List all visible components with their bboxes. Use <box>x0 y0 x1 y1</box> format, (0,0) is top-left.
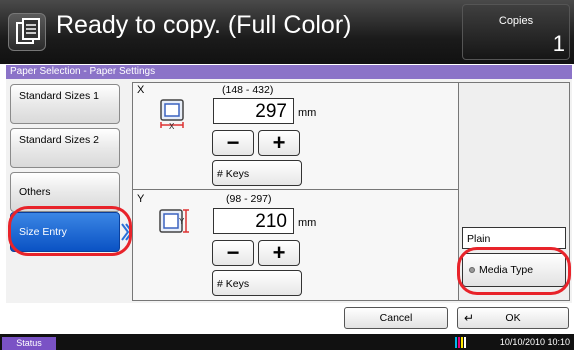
highlight-size-entry <box>8 206 132 256</box>
status-button[interactable]: Status <box>2 337 56 350</box>
highlight-media-type <box>457 247 571 295</box>
x-unit: mm <box>298 107 317 119</box>
y-minus-button[interactable]: − <box>212 240 254 266</box>
cancel-button[interactable]: Cancel <box>344 307 448 329</box>
ok-label: OK <box>505 312 521 324</box>
page-title: Ready to copy. (Full Color) <box>56 11 352 39</box>
y-range: (98 - 297) <box>226 193 272 205</box>
sidebar-item-standard-sizes-2[interactable]: Standard Sizes 2 <box>10 128 120 168</box>
status-bar <box>0 334 574 350</box>
y-value-field[interactable]: 210 <box>213 208 294 234</box>
paper-height-icon: Y <box>158 207 189 237</box>
copy-app-icon <box>8 13 46 51</box>
y-axis-label: Y <box>137 193 145 205</box>
sidebar-item-standard-sizes-1[interactable]: Standard Sizes 1 <box>10 84 120 124</box>
sidebar-item-label: Others <box>19 186 51 198</box>
svg-text:X: X <box>169 122 175 130</box>
y-keys-button[interactable]: # Keys <box>212 270 302 296</box>
copies-counter: Copies 1 <box>462 4 570 60</box>
x-value-field[interactable]: 297 <box>213 98 294 124</box>
copies-value: 1 <box>552 31 565 56</box>
section-divider <box>133 189 459 190</box>
paper-width-icon: X <box>158 98 188 131</box>
sidebar-item-label: Standard Sizes 1 <box>19 90 99 102</box>
x-plus-button[interactable]: + <box>258 130 300 156</box>
enter-icon: ↵ <box>464 311 475 325</box>
y-unit: mm <box>298 217 317 229</box>
x-keys-button[interactable]: # Keys <box>212 160 302 186</box>
copies-label: Copies <box>498 15 534 27</box>
x-minus-button[interactable]: − <box>212 130 254 156</box>
media-type-value: Plain <box>462 227 566 249</box>
ok-button[interactable]: ↵ OK <box>457 307 569 329</box>
x-axis-label: X <box>137 84 145 96</box>
x-range: (148 - 432) <box>222 84 274 96</box>
y-plus-button[interactable]: + <box>258 240 300 266</box>
toner-level-icon <box>455 337 467 348</box>
datetime: 10/10/2010 10:10 <box>499 337 570 347</box>
dialog-title: Paper Selection - Paper Settings <box>6 65 572 79</box>
sidebar-item-label: Standard Sizes 2 <box>19 134 99 146</box>
svg-text:Y: Y <box>179 217 185 226</box>
